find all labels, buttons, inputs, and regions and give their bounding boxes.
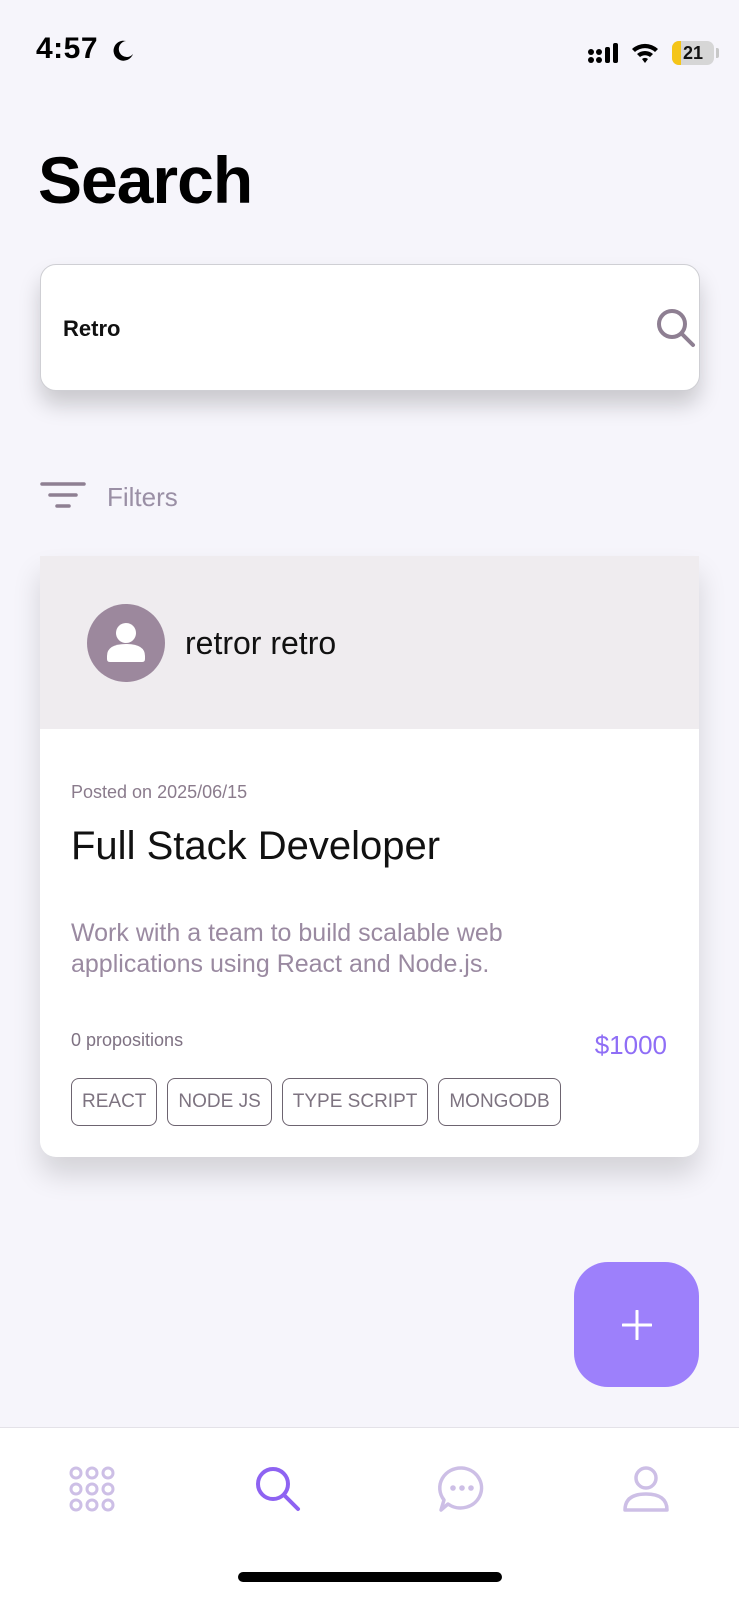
tag-list: REACT NODE JS TYPE SCRIPT MONGODB: [71, 1078, 561, 1126]
tag: TYPE SCRIPT: [281, 1078, 429, 1126]
card-author-header[interactable]: retror retro: [40, 556, 699, 729]
job-description: Work with a team to build scalable web a…: [71, 919, 503, 978]
add-job-button[interactable]: [574, 1262, 699, 1387]
author-name: retror retro: [185, 625, 337, 661]
search-icon: [256, 1467, 300, 1511]
job-price: $1000: [594, 1030, 667, 1060]
battery-percent: 21: [682, 43, 704, 63]
search-icon[interactable]: [653, 305, 699, 351]
job-title: Full Stack Developer: [71, 824, 441, 868]
tab-search[interactable]: [252, 1463, 304, 1515]
grid-icon: [69, 1466, 115, 1512]
wifi-icon: [632, 43, 658, 63]
battery-nub: [716, 48, 719, 58]
cellular-signal-icon: [588, 43, 618, 63]
filter-icon: [40, 482, 86, 508]
battery-icon: 21: [672, 41, 714, 65]
status-bar: 4:57 21: [0, 0, 739, 100]
search-box[interactable]: [40, 264, 700, 392]
chat-icon: [438, 1466, 484, 1512]
avatar: [87, 604, 165, 682]
search-input[interactable]: [61, 265, 625, 392]
tab-home[interactable]: [66, 1463, 118, 1515]
profile-icon: [623, 1466, 669, 1512]
page-title: Search: [38, 143, 253, 217]
plus-icon: [621, 1309, 652, 1340]
home-indicator: [238, 1572, 502, 1582]
tag: REACT: [71, 1078, 158, 1126]
tag: NODE JS: [167, 1078, 272, 1126]
tab-profile[interactable]: [620, 1463, 672, 1515]
status-time: 4:57: [36, 32, 99, 65]
tab-messages[interactable]: [436, 1463, 488, 1515]
job-card[interactable]: retror retro Posted on 2025/06/15 Full S…: [40, 556, 699, 1157]
person-icon: [107, 623, 145, 662]
filters-button[interactable]: Filters: [40, 472, 260, 522]
filters-label: Filters: [107, 482, 178, 512]
propositions-count: 0 propositions: [71, 1030, 184, 1050]
tag: MONGODB: [438, 1078, 561, 1126]
posted-date: Posted on 2025/06/15: [71, 782, 248, 802]
moon-icon: [113, 40, 133, 61]
